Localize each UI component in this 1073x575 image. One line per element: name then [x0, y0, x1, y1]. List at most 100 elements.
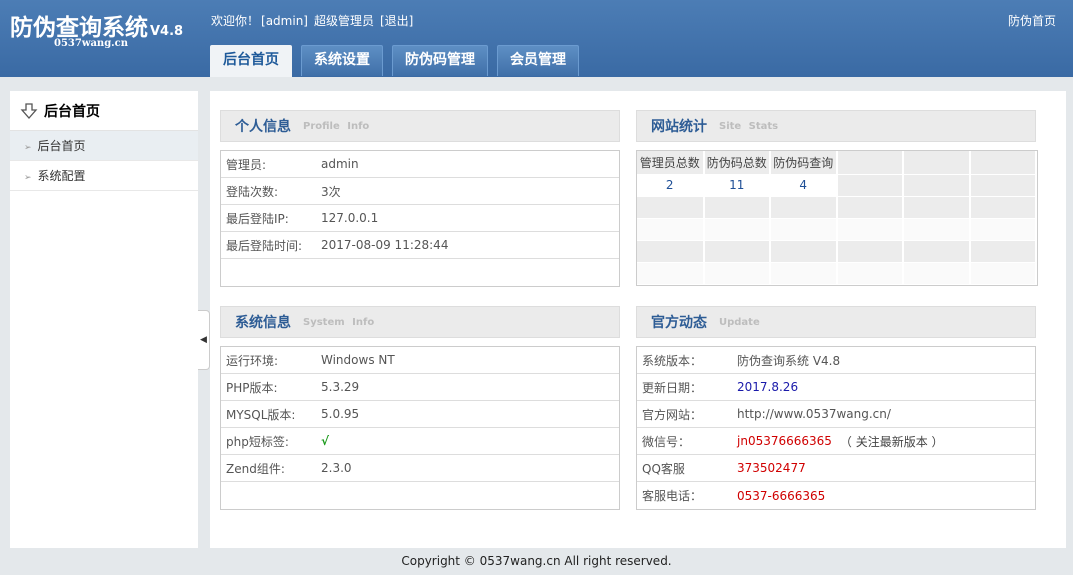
stats-cell-empty — [836, 196, 904, 219]
website-link[interactable]: http://www.0537wang.cn/ — [737, 407, 891, 421]
row-value: 防伪查询系统 V4.8 — [737, 353, 841, 368]
row-value: jn05376666365 — [737, 434, 832, 448]
stats-cell-empty — [770, 240, 838, 263]
table-row: 最后登陆时间: 2017-08-09 11:28:44 — [221, 232, 619, 259]
stats-cell-empty — [969, 218, 1037, 241]
sidebar-item-system-config[interactable]: ➢ 系统配置 — [10, 161, 198, 191]
tab-admin-home[interactable]: 后台首页 — [210, 45, 292, 77]
main-content: 个人信息 Profile Info 管理员: admin 登陆次数: 3次 最后登陆… — [210, 91, 1066, 548]
stats-cell-empty — [836, 262, 904, 285]
row-label: 客服电话： — [642, 489, 703, 503]
update-table: 系统版本： 防伪查询系统 V4.8 更新日期： 2017.8.26 官方网站： htt… — [636, 346, 1036, 510]
system-info-box: 系统信息 System Info 运行环境: Windows NT PHP版本: 5… — [220, 306, 620, 510]
sidebar: 后台首页 ➢ 后台首页 ➢ 系统配置 — [0, 77, 210, 548]
box-title: 系统信息 System Info — [220, 306, 620, 338]
row-label: 官方网站： — [642, 407, 703, 422]
sidebar-collapse-toggle[interactable]: ◀ — [198, 310, 210, 370]
box-title: 官方动态 Update — [636, 306, 1036, 338]
row-label: Zend组件: — [226, 461, 285, 476]
row-value: 127.0.0.1 — [321, 211, 379, 225]
row-label: 管理员: — [226, 157, 267, 172]
stats-cell-empty — [637, 262, 705, 285]
table-row: 管理员: admin — [221, 151, 619, 178]
sidebar-header: 后台首页 — [10, 91, 198, 131]
stats-cell-empty — [969, 262, 1037, 285]
box-title-cn: 个人信息 — [235, 119, 291, 135]
stats-cell-empty — [903, 174, 971, 197]
stats-cell-empty — [903, 196, 971, 219]
stats-cell-empty — [703, 262, 771, 285]
sidebar-item-admin-home[interactable]: ➢ 后台首页 — [10, 131, 198, 161]
stats-cell-empty — [637, 218, 705, 241]
stats-cell-empty — [637, 240, 705, 263]
stats-header-empty — [903, 151, 971, 175]
table-row: QQ客服 373502477 — [637, 455, 1035, 482]
stats-cell-empty — [770, 262, 838, 285]
box-title-en: Site Stats — [719, 120, 779, 132]
stats-cell-empty — [836, 240, 904, 263]
frontend-home-link[interactable]: 防伪首页 — [1008, 12, 1056, 29]
role-link[interactable]: 超级管理员 — [314, 14, 374, 28]
box-title-en: Update — [719, 316, 760, 328]
row-value: 5.0.95 — [321, 407, 360, 421]
tab-anticounterfeit-codes[interactable]: 防伪码管理 — [392, 45, 488, 76]
tab-member-management[interactable]: 会员管理 — [497, 45, 579, 76]
stats-cell-empty — [637, 196, 705, 219]
table-row-empty — [221, 482, 619, 509]
row-label: 最后登陆时间: — [226, 238, 303, 253]
tab-system-settings[interactable]: 系统设置 — [301, 45, 383, 76]
system-info-table: 运行环境: Windows NT PHP版本: 5.3.29 MYSQL版本: 5.0… — [220, 346, 620, 510]
row-label: MYSQL版本: — [226, 407, 296, 422]
profile-table: 管理员: admin 登陆次数: 3次 最后登陆IP: 127.0.0.1 最后登陆时… — [220, 150, 620, 287]
stats-header: 防伪码总数 — [703, 151, 771, 175]
table-row: 更新日期： 2017.8.26 — [637, 374, 1035, 401]
stats-value: 2 — [637, 174, 705, 197]
row-value: 3次 — [321, 184, 341, 199]
stats-value: 4 — [770, 174, 838, 197]
row-value: 2.3.0 — [321, 461, 352, 475]
row-label: php短标签: — [226, 434, 289, 449]
stats-cell-empty — [770, 218, 838, 241]
username-link[interactable]: [admin] — [261, 14, 308, 28]
row-label: QQ客服 — [642, 461, 685, 476]
box-title-en: System Info — [303, 316, 375, 328]
box-title-en: Profile Info — [303, 120, 370, 132]
row-value: 0537-6666365 — [737, 488, 826, 503]
table-row: 客服电话： 0537-6666365 — [637, 482, 1035, 509]
down-arrow-icon — [20, 102, 38, 120]
user-info-bar: 欢迎你！ [admin] 超级管理员 [退出] — [211, 12, 419, 29]
row-note: （ 关注最新版本 ） — [839, 434, 944, 449]
official-update-box: 官方动态 Update 系统版本： 防伪查询系统 V4.8 更新日期： 2017.8… — [636, 306, 1036, 510]
check-icon: √ — [321, 434, 330, 448]
site-stats-box: 网站统计 Site Stats 管理员总数 防伪码总数 防伪码查询 2 11 4 — [636, 110, 1038, 286]
stats-cell-empty — [703, 196, 771, 219]
stats-value: 11 — [703, 174, 771, 197]
sidebar-item-label: 后台首页 — [37, 139, 86, 153]
table-row: PHP版本: 5.3.29 — [221, 374, 619, 401]
logout-link[interactable]: [退出] — [380, 14, 413, 28]
box-title-cn: 网站统计 — [651, 119, 707, 135]
stats-grid: 管理员总数 防伪码总数 防伪码查询 2 11 4 — [636, 150, 1038, 286]
box-title: 个人信息 Profile Info — [220, 110, 620, 142]
box-title-cn: 官方动态 — [651, 315, 707, 331]
logo-subtitle: 0537wang.cn — [54, 38, 129, 49]
caret-left-icon: ◀ — [200, 335, 207, 345]
row-label: PHP版本: — [226, 380, 278, 395]
table-row: 登陆次数: 3次 — [221, 178, 619, 205]
sidebar-title: 后台首页 — [44, 103, 100, 120]
table-row: MYSQL版本: 5.0.95 — [221, 401, 619, 428]
table-row: 最后登陆IP: 127.0.0.1 — [221, 205, 619, 232]
stats-cell-empty — [969, 240, 1037, 263]
stats-header: 防伪码查询 — [770, 151, 838, 175]
table-row: 官方网站： http://www.0537wang.cn/ — [637, 401, 1035, 428]
row-value: 5.3.29 — [321, 380, 360, 394]
table-row: 微信号： jn05376666365 （ 关注最新版本 ） — [637, 428, 1035, 455]
stats-cell-empty — [770, 196, 838, 219]
row-label: 登陆次数: — [226, 184, 279, 199]
table-row: Zend组件: 2.3.0 — [221, 455, 619, 482]
row-label: 微信号： — [642, 434, 691, 449]
row-label: 系统版本： — [642, 353, 703, 368]
stats-cell-empty — [703, 218, 771, 241]
stats-cell-empty — [903, 240, 971, 263]
row-value: 2017-08-09 11:28:44 — [321, 238, 449, 252]
